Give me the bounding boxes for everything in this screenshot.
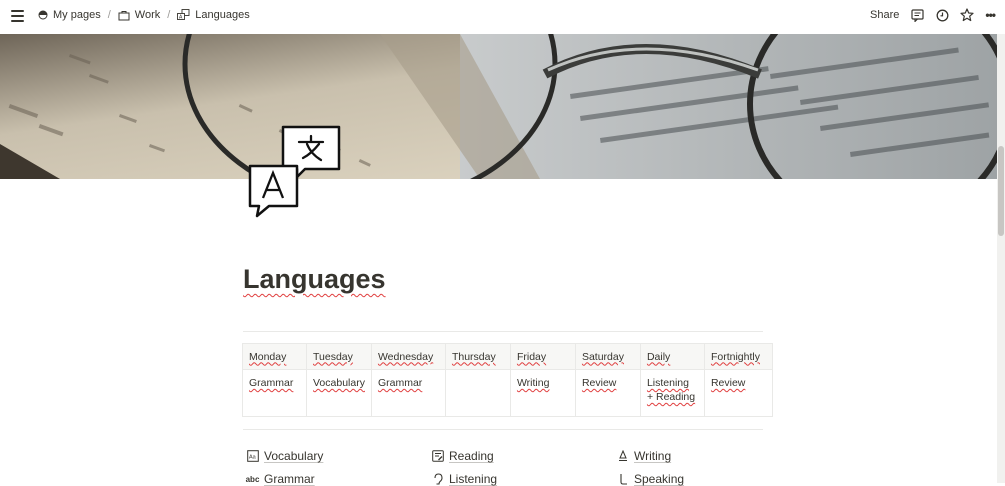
schedule-table: Monday Tuesday Wednesday Thursday Friday… xyxy=(242,343,773,417)
topbar-actions: Share ••• xyxy=(870,8,996,22)
header-label: Fortnightly xyxy=(710,350,760,363)
translate-icon[interactable] xyxy=(247,124,343,218)
breadcrumb-my-pages[interactable]: My pages xyxy=(38,9,101,21)
table-row: Grammar Vocabulary Grammar Writing Revie… xyxy=(242,369,773,417)
table-cell[interactable]: Listening + Reading xyxy=(639,369,705,417)
cell-text: Grammar xyxy=(249,377,294,389)
briefcase-icon xyxy=(118,10,130,20)
sidebar-toggle-icon[interactable] xyxy=(11,10,24,22)
breadcrumb-label: Languages xyxy=(195,9,250,21)
link-label: Reading xyxy=(449,449,494,463)
translate-icon: A xyxy=(177,9,190,21)
link-writing[interactable]: Writing xyxy=(616,449,671,463)
cover-image xyxy=(0,34,997,179)
table-cell[interactable]: Writing xyxy=(509,369,576,417)
breadcrumb-languages[interactable]: A Languages xyxy=(177,9,250,21)
table-cell[interactable] xyxy=(444,369,511,417)
table-header-cell[interactable]: Saturday xyxy=(574,343,641,370)
table-cell[interactable]: Vocabulary xyxy=(306,369,372,417)
cell-text: Grammar xyxy=(377,377,423,389)
header-label: Tuesday xyxy=(313,350,353,363)
cell-text: Review xyxy=(581,377,617,389)
link-label: Vocabulary xyxy=(264,449,324,463)
abc-icon: abc xyxy=(245,474,260,484)
table-header-cell[interactable]: Fortnightly xyxy=(703,343,773,370)
table-cell[interactable]: Review xyxy=(703,369,773,417)
cell-text: Review xyxy=(710,377,746,389)
link-grammar[interactable]: abc Grammar xyxy=(246,472,315,486)
dictionary-icon: Aa xyxy=(246,450,259,463)
table-header-cell[interactable]: Wednesday xyxy=(370,343,446,370)
divider xyxy=(243,429,763,430)
breadcrumb-label: My pages xyxy=(53,9,101,21)
page-title[interactable]: Languages xyxy=(243,264,386,295)
link-reading[interactable]: Reading xyxy=(431,449,494,463)
header-label: Monday xyxy=(249,350,287,363)
table-header-cell[interactable]: Monday xyxy=(242,343,307,370)
comment-icon[interactable] xyxy=(910,8,924,22)
top-bar: My pages / Work / A Languages Share ••• xyxy=(0,0,1005,34)
header-label: Friday xyxy=(516,350,547,363)
table-header-cell[interactable]: Tuesday xyxy=(306,343,372,370)
share-button[interactable]: Share xyxy=(870,9,899,21)
header-label: Thursday xyxy=(451,350,496,363)
table-header-cell[interactable]: Friday xyxy=(509,343,576,370)
table-header-cell[interactable]: Daily xyxy=(639,343,705,370)
divider xyxy=(243,331,763,332)
link-label: Listening xyxy=(449,472,498,486)
header-label: Wednesday xyxy=(377,350,434,363)
link-speaking[interactable]: Speaking xyxy=(616,472,684,486)
link-label: Writing xyxy=(634,449,672,463)
breadcrumb: My pages / Work / A Languages xyxy=(38,9,250,21)
cell-text-extra: + Reading xyxy=(646,391,696,403)
cell-text: Vocabulary xyxy=(313,377,365,389)
link-label: Speaking xyxy=(634,472,685,486)
link-label: Grammar xyxy=(264,472,315,486)
table-cell[interactable]: Review xyxy=(574,369,641,417)
table-cell[interactable]: Grammar xyxy=(242,369,307,417)
pen-icon xyxy=(616,450,629,463)
link-listening[interactable]: Listening xyxy=(431,472,497,486)
breadcrumb-work[interactable]: Work xyxy=(118,9,160,21)
scrollbar-thumb[interactable] xyxy=(998,146,1004,236)
cell-text: Listening xyxy=(646,377,689,389)
cell-text: Writing xyxy=(516,377,550,389)
scrollbar-track[interactable] xyxy=(997,34,1005,483)
breadcrumb-separator: / xyxy=(107,9,111,21)
link-vocabulary[interactable]: Aa Vocabulary xyxy=(246,449,323,463)
header-label: Daily xyxy=(646,350,671,363)
star-icon[interactable] xyxy=(960,8,974,22)
table-cell[interactable]: Grammar xyxy=(370,369,446,417)
ear-icon xyxy=(431,473,444,486)
table-header-cell[interactable]: Thursday xyxy=(444,343,511,370)
breadcrumb-separator: / xyxy=(167,9,171,21)
notepad-icon xyxy=(431,450,444,463)
breadcrumb-label: Work xyxy=(134,9,161,21)
more-options-icon[interactable]: ••• xyxy=(985,8,996,22)
half-circle-icon xyxy=(38,10,48,20)
clock-icon[interactable] xyxy=(935,8,949,22)
svg-text:Aa: Aa xyxy=(249,455,257,461)
table-header-row: Monday Tuesday Wednesday Thursday Friday… xyxy=(242,343,773,370)
speaking-icon xyxy=(616,473,629,486)
header-label: Saturday xyxy=(581,350,624,363)
